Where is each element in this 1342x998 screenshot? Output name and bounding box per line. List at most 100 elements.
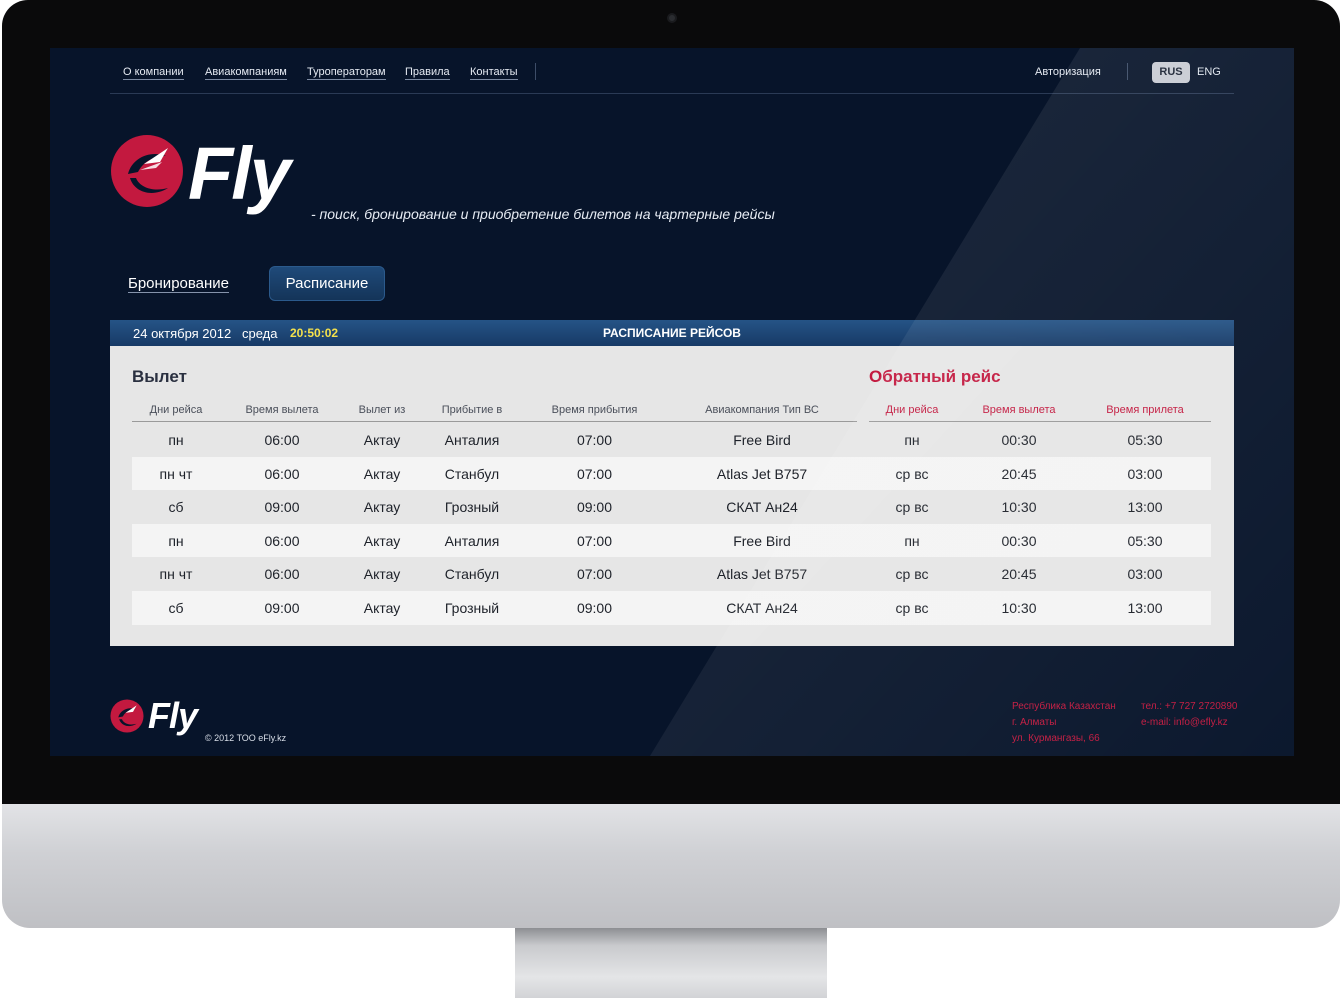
table-row[interactable]: сб 09:00 Актау Грозный 09:00 СКАТ Ан24 ср вс 10… [132,591,1211,625]
tab-schedule[interactable]: Расписание [269,266,385,301]
row-return-arrival: 05:30 [1127,532,1163,549]
schedule-panel: Вылет Обратный рейс Дни рейса Время выле… [110,346,1234,646]
row-from: Актау [363,600,401,616]
row-arrival-time: 09:00 [576,600,613,616]
row-arrival-time: 07:00 [576,432,613,448]
column-header: Время прибытия [551,404,638,416]
row-airline: Free Bird [733,432,791,448]
departure-table-header: Дни рейса Время вылета Вылет из Прибытие… [132,402,857,422]
nav-divider [535,63,536,80]
monitor-stand [515,928,827,998]
row-return-days: пн [904,432,920,448]
logo-text[interactable]: Fly [188,130,291,218]
column-header: Дни рейса [149,404,203,416]
address-street: ул. Курмангазы, 66 [1012,733,1100,744]
tab-booking[interactable]: Бронирование [128,276,230,293]
row-days: пн чт [159,566,193,583]
return-title: Обратный рейс [869,367,1001,386]
row-airline: СКАТ Ан24 [726,499,798,516]
return-table-header: Дни рейса Время вылета Время прилета [869,402,1211,422]
address-city: г. Алматы [1012,717,1057,728]
nav-link-airlines[interactable]: Авиакомпаниям [205,66,287,80]
row-departure-time: 09:00 [264,499,300,516]
row-from: Актау [363,432,401,448]
column-header: Вылет из [358,404,406,416]
row-return-arrival: 03:00 [1127,465,1163,482]
row-airline: Atlas Jet B757 [716,465,808,482]
column-header: Время вылета [982,404,1056,416]
row-return-departure: 10:30 [1001,499,1037,516]
table-row[interactable]: пн чт 06:00 Актау Станбул 07:00 Atlas Jet B75… [132,456,1211,491]
table-row[interactable]: пн 06:00 Актау Анталия 07:00 Free Bird пн 00:30… [132,423,1211,457]
row-to: Станбул [444,465,500,482]
footer-logo-text[interactable]: Fly [148,696,198,736]
website-screen: О компании Авиакомпаниям Туроператорам П… [50,48,1294,756]
auth-link[interactable]: Авторизация [1035,66,1101,80]
column-header: Время вылета [245,404,319,416]
row-return-departure: 00:30 [1001,432,1037,448]
row-return-days: ср вс [895,600,929,616]
departure-title: Вылет [132,367,187,386]
row-airline: Free Bird [733,532,791,549]
camera-icon [667,13,677,23]
row-to: Станбул [444,566,500,583]
row-arrival-time: 07:00 [576,465,613,482]
row-return-arrival: 13:00 [1127,499,1163,516]
contact-email[interactable]: e-mail: info@efly.kz [1141,717,1228,728]
row-departure-time: 09:00 [264,600,300,616]
row-return-days: ср вс [895,566,929,583]
nav-link-about[interactable]: О компании [123,66,184,80]
tagline: - поиск, бронирование и приобретение бил… [311,206,775,222]
row-to: Грозный [444,499,500,516]
logo-plane-icon[interactable] [110,134,184,208]
row-days: пн чт [159,465,193,482]
top-nav: О компании Авиакомпаниям Туроператорам П… [110,48,1234,94]
row-return-days: ср вс [895,499,929,516]
column-header: Авиакомпания Тип ВС [705,404,819,416]
row-days: пн [168,432,184,448]
monitor-chin [2,804,1340,928]
table-row[interactable]: пн 06:00 Актау Анталия 07:00 Free Bird пн 00:30… [132,523,1211,558]
schedule-header-bar: 24 октября 2012 среда 20:50:02 РАСПИСАНИ… [110,320,1234,346]
row-to: Анталия [444,532,500,549]
footer-logo-icon[interactable] [110,699,144,733]
table-row[interactable]: пн чт 06:00 Актау Станбул 07:00 Atlas Jet B75… [132,557,1211,591]
row-departure-time: 06:00 [264,566,300,583]
row-departure-time: 06:00 [264,432,300,448]
row-return-arrival: 13:00 [1127,600,1163,616]
row-return-arrival: 05:30 [1127,432,1163,448]
row-departure-time: 06:00 [264,532,300,549]
table-row[interactable]: сб 09:00 Актау Грозный 09:00 СКАТ Ан24 ср вс 10… [132,490,1211,524]
row-from: Актау [363,465,401,482]
row-from: Актау [363,566,401,583]
row-arrival-time: 09:00 [576,499,613,516]
monitor-mockup: О компании Авиакомпаниям Туроператорам П… [0,0,1342,998]
nav-link-touroperators[interactable]: Туроператорам [307,66,386,80]
lang-eng-button[interactable]: ENG [1197,66,1221,78]
column-header: Время прилета [1106,404,1184,416]
address-country: Республика Казахстан [1012,701,1116,712]
row-airline: Atlas Jet B757 [716,566,808,583]
row-from: Актау [363,499,401,516]
nav-link-rules[interactable]: Правила [405,66,450,80]
lang-rus-button[interactable]: RUS [1152,62,1190,83]
contact-phone[interactable]: тел.: +7 727 2720890 [1141,701,1237,712]
row-return-departure: 20:45 [1001,566,1037,583]
row-to: Анталия [444,432,500,448]
column-header: Прибытие в [441,404,503,416]
row-arrival-time: 07:00 [576,532,613,549]
row-to: Грозный [444,600,500,616]
copyright: © 2012 ТОО eFly.kz [205,733,287,743]
row-days: пн [168,532,184,549]
row-departure-time: 06:00 [264,465,300,482]
nav-link-contacts[interactable]: Контакты [470,66,518,80]
row-return-departure: 00:30 [1001,532,1037,549]
row-return-departure: 10:30 [1001,600,1037,616]
row-days: сб [168,499,184,516]
column-header: Дни рейса [885,404,939,416]
row-from: Актау [363,532,401,549]
row-return-days: пн [904,532,920,549]
row-return-days: ср вс [895,465,929,482]
row-return-departure: 20:45 [1001,465,1037,482]
schedule-title: РАСПИСАНИЕ РЕЙСОВ [603,326,741,340]
